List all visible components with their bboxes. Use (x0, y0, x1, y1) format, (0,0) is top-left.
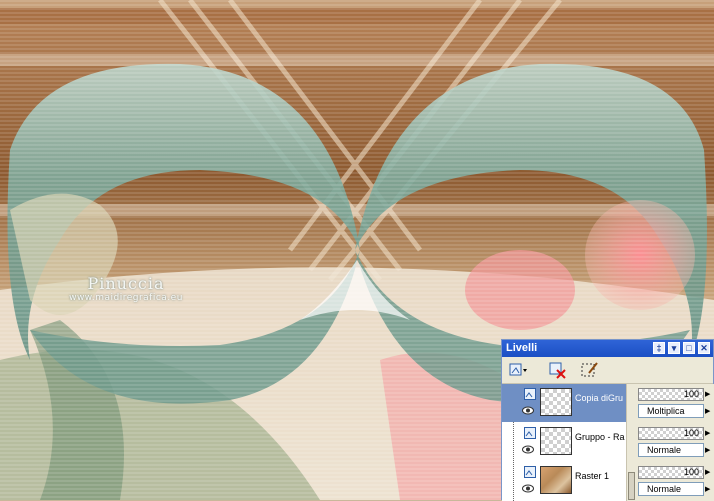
layer-row[interactable]: Raster 1 (502, 462, 626, 500)
layer-thumbnail (540, 388, 572, 416)
opacity-slider[interactable]: 100 (638, 466, 704, 479)
blend-arrow-icon[interactable]: ▶ (705, 483, 712, 495)
layer-properties: 100 ▶ Moltiplica ▶ 100 ▶ Normale ▶ 100 ▶… (636, 384, 714, 501)
layer-name: Gruppo - Ra (575, 432, 625, 442)
layers-toolbar (502, 357, 713, 384)
layers-panel: Livelli ‡ ▾ □ ✕ Copia diGru Gruppo - Ra … (501, 339, 714, 501)
blend-mode-select[interactable]: Normale (638, 443, 704, 457)
layer-list[interactable]: Copia diGru Gruppo - Ra Raster 1 (502, 384, 626, 501)
visibility-eye-icon[interactable] (522, 484, 534, 493)
layer-props-row: 100 ▶ Moltiplica ▶ (638, 384, 714, 422)
layer-name: Raster 1 (575, 471, 610, 481)
edit-selection-icon[interactable] (580, 361, 600, 379)
watermark-url: www.maidiregrafica.eu (69, 293, 183, 303)
watermark: Pinuccia www.maidiregrafica.eu (56, 274, 196, 303)
layers-panel-titlebar[interactable]: Livelli ‡ ▾ □ ✕ (502, 340, 713, 357)
blend-arrow-icon[interactable]: ▶ (705, 444, 712, 456)
layers-panel-title: Livelli (506, 342, 538, 354)
raster-layer-icon (524, 388, 536, 400)
opacity-value: 100 (683, 467, 699, 477)
layer-props-row: 100 ▶ Normale ▶ (638, 462, 714, 500)
opacity-arrow-icon[interactable]: ▶ (705, 389, 712, 399)
blend-mode-select[interactable]: Normale (638, 482, 704, 496)
layer-thumbnail (540, 427, 572, 455)
raster-layer-icon (524, 427, 536, 439)
opacity-slider[interactable]: 100 (638, 388, 704, 401)
visibility-eye-icon[interactable] (522, 406, 534, 415)
layer-thumbnail (540, 466, 572, 494)
pin-icon[interactable]: ‡ (653, 342, 665, 354)
blend-arrow-icon[interactable]: ▶ (705, 405, 712, 417)
watermark-signature: Pinuccia (87, 274, 165, 293)
blend-mode-select[interactable]: Moltiplica (638, 404, 704, 418)
new-layer-icon[interactable] (508, 361, 528, 379)
layer-props-row: 100 ▶ Normale ▶ (638, 423, 714, 461)
opacity-value: 100 (683, 428, 699, 438)
opacity-arrow-icon[interactable]: ▶ (705, 428, 712, 438)
raster-layer-icon (524, 466, 536, 478)
close-icon[interactable]: ✕ (698, 342, 710, 354)
opacity-slider[interactable]: 100 (638, 427, 704, 440)
layer-row[interactable]: Gruppo - Ra (502, 423, 626, 461)
scrollbar-thumb[interactable] (628, 472, 635, 500)
menu-icon[interactable]: ▾ (668, 342, 680, 354)
maximize-icon[interactable]: □ (683, 342, 695, 354)
opacity-arrow-icon[interactable]: ▶ (705, 467, 712, 477)
opacity-value: 100 (683, 389, 699, 399)
delete-layer-icon[interactable] (548, 361, 568, 379)
layer-row[interactable]: Copia diGru (502, 384, 626, 422)
layer-name: Copia diGru (575, 393, 624, 403)
visibility-eye-icon[interactable] (522, 445, 534, 454)
